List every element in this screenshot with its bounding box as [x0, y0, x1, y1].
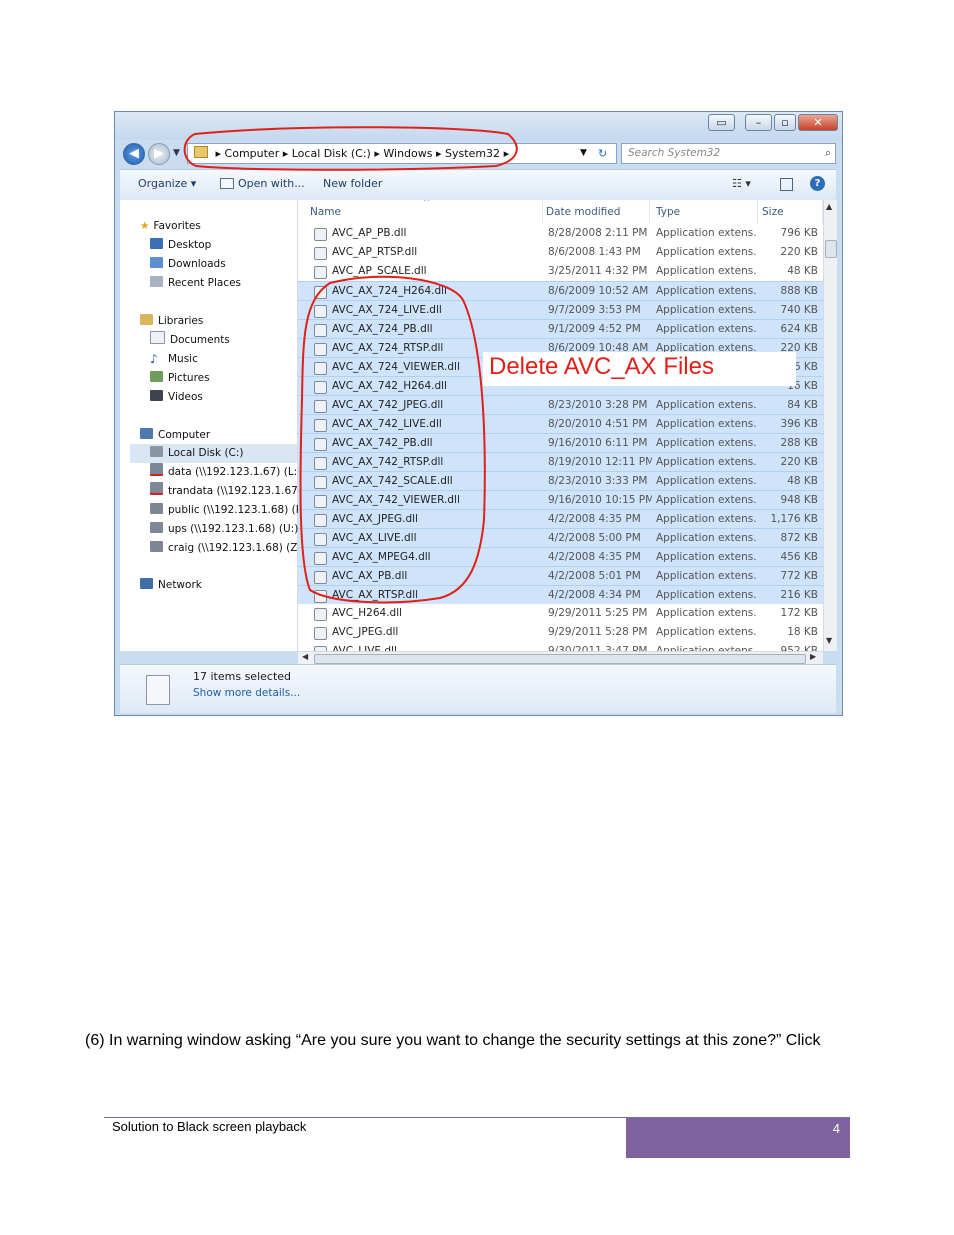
footer-title: Solution to Black screen playback	[112, 1119, 307, 1134]
selection-highlight-loop	[299, 275, 486, 604]
page-number: 4	[832, 1121, 840, 1136]
page-number-box: 4	[626, 1118, 850, 1158]
step-instruction: (6) In warning window asking “Are you su…	[85, 1032, 821, 1049]
callout-box: Delete AVC_AX Files	[483, 352, 796, 386]
breadcrumb-highlight-circle	[183, 126, 518, 171]
callout-label: Delete AVC_AX Files	[489, 353, 714, 380]
